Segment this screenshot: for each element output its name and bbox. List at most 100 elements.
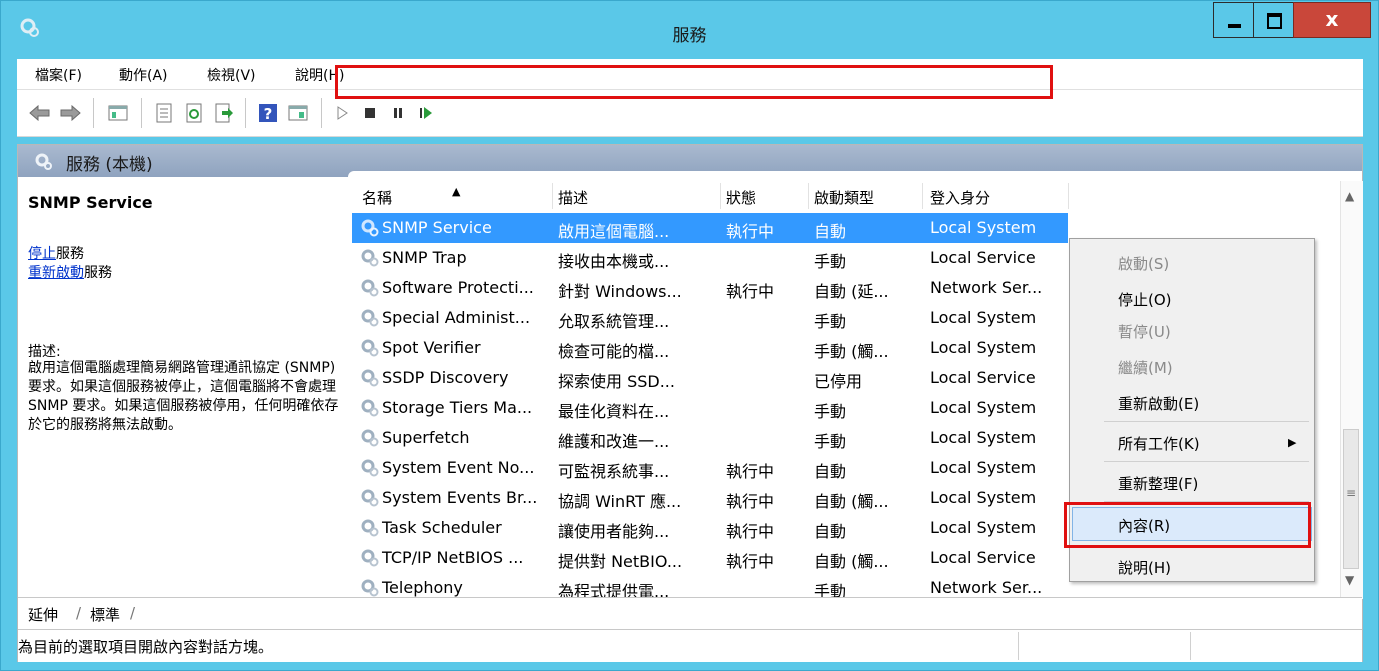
pause-service-icon[interactable] [385,100,411,126]
cell-startup: 自動 [814,222,847,241]
menu-view[interactable]: 檢視(V) [207,65,256,85]
sort-ascending-icon: ▲ [452,185,461,198]
menu-item-refresh[interactable]: 重新整理(F) [1118,473,1198,494]
scroll-up-icon[interactable]: ▲ [1345,189,1354,203]
menu-item-help[interactable]: 說明(H) [1118,557,1171,578]
cell-name: Software Protecti... [382,278,534,297]
cell-logon: Local System [930,308,1037,327]
menu-file[interactable]: 檔案(F) [35,65,82,85]
cell-desc: 啟用這個電腦... [558,222,670,241]
cell-logon: Local Service [930,248,1036,267]
cell-logon: Local System [930,458,1037,477]
column-header-status[interactable]: 狀態 [726,187,756,208]
cell-name: Task Scheduler [382,518,502,537]
restart-service-link[interactable]: 重新啟動 [28,265,84,281]
view-tabs: 延伸 / 標準 / [18,597,1362,628]
menu-item-pause[interactable]: 暫停(U) [1118,321,1171,342]
cell-desc: 探索使用 SSD... [558,372,675,391]
forward-arrow-icon[interactable] [57,100,83,126]
close-button[interactable]: x [1293,2,1371,38]
show-hide-icon[interactable] [285,100,311,126]
refresh-icon[interactable] [181,100,207,126]
stop-service-action: 停止服務 [28,243,84,263]
cell-startup: 手動 [814,402,847,421]
status-bar: 為目前的選取項目開啟內容對話方塊。 [18,629,1362,662]
cell-logon: Local System [930,218,1037,237]
column-header-startup-type[interactable]: 啟動類型 [814,187,874,208]
selected-row-highlight-box [335,65,1053,99]
submenu-arrow-icon: ▶ [1288,436,1297,449]
service-gear-icon [361,309,379,327]
cell-logon: Local Service [930,368,1036,387]
cell-status: 執行中 [726,282,775,301]
cell-name: Telephony [382,578,463,597]
menu-item-all-tasks[interactable]: 所有工作(K) [1118,433,1200,454]
column-header-description[interactable]: 描述 [558,187,588,208]
cell-startup: 自動 (觸... [814,492,889,511]
cell-name: SNMP Trap [382,248,467,267]
maximize-button[interactable] [1253,2,1294,38]
service-gear-icon [361,249,379,267]
services-window: 服務 x 檔案(F) 動作(A) 檢視(V) 說明(H) ? 服務 (本機) S… [0,0,1379,671]
cell-desc: 可監視系統事... [558,462,670,481]
cell-desc: 針對 Windows... [558,282,682,301]
start-service-icon[interactable] [329,100,355,126]
cell-desc: 允取系統管理... [558,312,670,331]
tab-standard[interactable]: 標準 [90,604,120,625]
services-gear-icon [35,153,52,170]
menu-item-stop[interactable]: 停止(O) [1118,289,1172,310]
service-gear-icon [361,459,379,477]
selected-service-name: SNMP Service [28,193,153,212]
tab-extended[interactable]: 延伸 [28,604,58,625]
svg-text:?: ? [264,105,273,123]
menu-action[interactable]: 動作(A) [119,65,168,85]
cell-desc: 讓使用者能夠... [558,522,670,541]
cell-desc: 接收由本機或... [558,252,670,271]
cell-startup: 已停用 [814,372,863,391]
menu-item-restart[interactable]: 重新啟動(E) [1118,393,1199,414]
service-gear-icon [361,219,379,237]
column-header-name[interactable]: 名稱 [362,187,392,208]
cell-desc: 提供對 NetBIO... [558,552,683,571]
tab-divider: / [130,604,136,622]
cell-status: 執行中 [726,222,775,241]
table-row[interactable]: SNMP Service 啟用這個電腦... 執行中 自動 Local System [352,213,1068,243]
properties-icon[interactable] [151,100,177,126]
scroll-down-icon[interactable]: ▼ [1345,573,1354,587]
cell-logon: Network Ser... [930,578,1043,597]
cell-name: Storage Tiers Ma... [382,398,533,417]
minimize-button[interactable] [1213,2,1254,38]
vertical-scrollbar[interactable]: ▲ ≡ ▼ [1340,181,1363,599]
menu-item-resume[interactable]: 繼續(M) [1118,357,1173,378]
cell-startup: 手動 [814,432,847,451]
cell-name: System Event No... [382,458,535,477]
stop-service-icon[interactable] [357,100,383,126]
export-list-icon[interactable] [211,100,237,126]
console-tree-icon[interactable] [105,100,131,126]
grip-icon: ≡ [1346,486,1357,500]
status-text: 為目前的選取項目開啟內容對話方塊。 [18,638,274,656]
close-icon: x [1325,7,1339,31]
cell-logon: Local System [930,338,1037,357]
cell-status: 執行中 [726,552,775,571]
scroll-thumb[interactable]: ≡ [1343,429,1359,569]
title-bar[interactable]: 服務 x [1,1,1378,59]
description-label: 描述: [28,344,61,360]
resume-service-icon[interactable] [413,100,439,126]
pane-header: 服務 (本機) [18,145,1362,177]
cell-startup: 手動 (觸... [814,342,889,361]
service-gear-icon [361,429,379,447]
service-gear-icon [361,579,379,597]
service-gear-icon [361,519,379,537]
menu-item-start[interactable]: 啟動(S) [1118,253,1169,274]
cell-startup: 自動 [814,462,847,481]
cell-desc: 協調 WinRT 應... [558,492,682,511]
minimize-icon [1228,24,1241,28]
cell-name: Special Administ... [382,308,531,327]
column-header-logon-as[interactable]: 登入身分 [930,187,990,208]
cell-startup: 自動 [814,522,847,541]
stop-service-link[interactable]: 停止 [28,246,56,262]
help-icon[interactable]: ? [255,100,281,126]
back-arrow-icon[interactable] [27,100,53,126]
cell-status: 執行中 [726,462,775,481]
